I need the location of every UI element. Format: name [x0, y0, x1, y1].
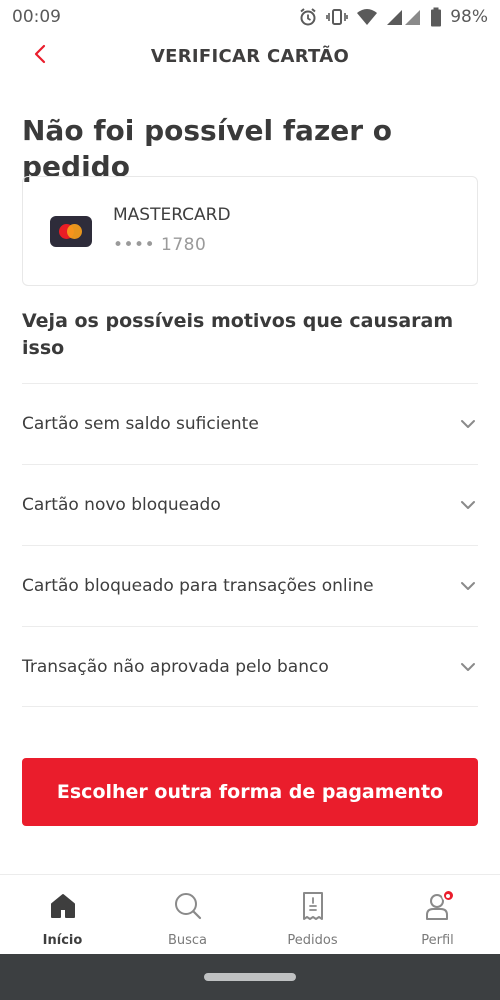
mastercard-icon	[50, 216, 92, 247]
chevron-down-icon	[458, 576, 478, 596]
reason-item-online[interactable]: Cartão bloqueado para transações online	[22, 545, 478, 626]
status-icons: 98%	[298, 7, 488, 27]
notification-badge	[441, 889, 455, 902]
header-title: VERIFICAR CARTÃO	[150, 45, 350, 67]
chevron-down-icon	[458, 495, 478, 515]
page-title: Não foi possível fazer o pedido	[22, 114, 393, 183]
card-brand: MASTERCARD	[113, 205, 231, 225]
choose-payment-button[interactable]: Escolher outra forma de pagamento	[22, 758, 478, 826]
reason-item-bloqueado[interactable]: Cartão novo bloqueado	[22, 464, 478, 545]
nav-item-inicio[interactable]: Início	[0, 875, 125, 954]
system-nav-bar	[0, 954, 500, 1000]
profile-icon	[421, 889, 455, 923]
home-icon	[46, 889, 80, 923]
reason-label: Transação não aprovada pelo banco	[22, 656, 329, 677]
status-bar: 00:09 98%	[0, 0, 500, 34]
reasons-title: Veja os possíveis motivos que causaram i…	[22, 310, 454, 359]
nav-label: Início	[42, 933, 83, 948]
reason-label: Cartão bloqueado para transações online	[22, 576, 374, 596]
search-icon	[171, 889, 205, 923]
chevron-left-icon	[33, 44, 47, 68]
reasons-list: Cartão sem saldo suficiente Cartão novo …	[22, 383, 478, 707]
top-bar: VERIFICAR CARTÃO	[0, 34, 500, 78]
card-summary: MASTERCARD •••• 1780	[22, 176, 478, 286]
orders-icon	[296, 889, 330, 923]
back-button[interactable]	[26, 42, 54, 70]
bottom-nav: Início Busca Pedidos Perfil	[0, 874, 500, 954]
nav-label: Perfil	[421, 933, 454, 948]
nav-item-busca[interactable]: Busca	[125, 875, 250, 954]
reason-label: Cartão sem saldo suficiente	[22, 414, 259, 434]
reason-item-banco[interactable]: Transação não aprovada pelo banco	[22, 626, 478, 707]
wifi-icon	[356, 8, 378, 26]
status-time: 00:09	[12, 7, 61, 27]
battery-percent: 98%	[450, 7, 488, 27]
nav-item-pedidos[interactable]: Pedidos	[250, 875, 375, 954]
nav-item-perfil[interactable]: Perfil	[375, 875, 500, 954]
chevron-down-icon	[458, 414, 478, 434]
reason-label: Cartão novo bloqueado	[22, 495, 221, 515]
home-gesture-pill[interactable]	[204, 973, 296, 981]
vibrate-icon	[326, 7, 349, 27]
alarm-icon	[298, 7, 318, 27]
nav-label: Busca	[167, 933, 208, 948]
nav-label: Pedidos	[287, 933, 338, 948]
chevron-down-icon	[458, 657, 478, 677]
signal-icon	[386, 8, 422, 26]
battery-icon	[430, 7, 442, 27]
reason-item-saldo[interactable]: Cartão sem saldo suficiente	[22, 383, 478, 464]
card-number: •••• 1780	[113, 235, 207, 255]
